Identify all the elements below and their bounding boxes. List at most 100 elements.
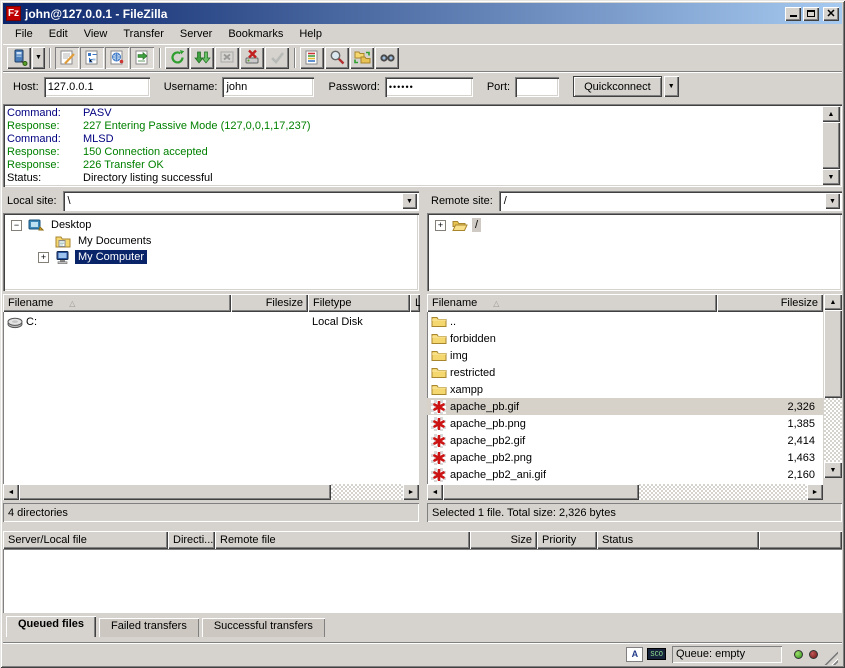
- queue-column-remote-file[interactable]: Remote file: [215, 531, 470, 549]
- tree-item-label[interactable]: My Computer: [75, 250, 147, 264]
- expand-plus-icon[interactable]: +: [38, 252, 49, 263]
- filter-button[interactable]: [300, 47, 324, 69]
- chevron-down-icon[interactable]: ▼: [402, 193, 417, 209]
- file-row[interactable]: ..: [427, 313, 823, 330]
- tree-item[interactable]: +/: [429, 217, 840, 233]
- tab-queued-files[interactable]: Queued files: [6, 616, 96, 637]
- resize-grip[interactable]: [824, 651, 838, 665]
- menu-item-file[interactable]: File: [7, 26, 41, 42]
- column-header-filesize[interactable]: Filesize: [717, 294, 823, 312]
- column-header-filename[interactable]: Filename△: [3, 294, 231, 312]
- tab-failed-transfers[interactable]: Failed transfers: [99, 618, 199, 637]
- toggle-queue-button[interactable]: [130, 47, 154, 69]
- minimize-button[interactable]: [785, 7, 801, 21]
- local-horizontal-scrollbar[interactable]: ◄ ►: [3, 484, 419, 500]
- column-header-label: Filesize: [781, 297, 818, 309]
- menu-item-transfer[interactable]: Transfer: [115, 26, 172, 42]
- tree-item-label[interactable]: /: [472, 218, 481, 232]
- file-row[interactable]: apache_pb.gif2,326: [427, 398, 823, 415]
- local-site-combo[interactable]: \ ▼: [63, 191, 419, 211]
- remote-vscroll-thumb[interactable]: [824, 310, 842, 398]
- port-input[interactable]: [515, 77, 559, 97]
- menu-item-bookmarks[interactable]: Bookmarks: [220, 26, 291, 42]
- tree-item[interactable]: − Desktop: [5, 217, 417, 233]
- file-row[interactable]: xampp: [427, 381, 823, 398]
- synchronized-browsing-button[interactable]: [350, 47, 374, 69]
- file-row[interactable]: apache_pb2.gif2,414: [427, 432, 823, 449]
- scroll-left-icon[interactable]: ◄: [3, 484, 19, 500]
- scroll-up-icon[interactable]: ▲: [822, 106, 840, 122]
- file-row[interactable]: img: [427, 347, 823, 364]
- queue-column-status[interactable]: Status: [597, 531, 759, 549]
- tree-item[interactable]: My Documents: [5, 233, 417, 249]
- tree-item-label[interactable]: Desktop: [48, 218, 94, 232]
- scroll-up-icon[interactable]: ▲: [824, 294, 842, 310]
- queue-column-size[interactable]: Size: [470, 531, 537, 549]
- menu-item-server[interactable]: Server: [172, 26, 220, 42]
- menu-item-view[interactable]: View: [76, 26, 116, 42]
- file-row[interactable]: restricted: [427, 364, 823, 381]
- host-input[interactable]: [44, 77, 150, 97]
- scroll-down-icon[interactable]: ▼: [822, 169, 840, 185]
- toggle-local-tree-button[interactable]: [80, 47, 104, 69]
- expand-plus-icon[interactable]: +: [435, 220, 446, 231]
- find-files-button[interactable]: [375, 47, 399, 69]
- quickconnect-dropdown-button[interactable]: ▼: [664, 76, 679, 97]
- file-row[interactable]: forbidden: [427, 330, 823, 347]
- file-row[interactable]: apache_pb.png1,385: [427, 415, 823, 432]
- queue-column-server-local-file[interactable]: Server/Local file: [3, 531, 168, 549]
- title-bar[interactable]: Fz john@127.0.0.1 - FileZilla ✕: [3, 3, 842, 24]
- close-icon: ✕: [826, 7, 835, 20]
- column-header-filename[interactable]: Filename△: [427, 294, 717, 312]
- local-list-header: Filename△FilesizeFiletypeL: [3, 294, 419, 312]
- queue-column-priority[interactable]: Priority: [537, 531, 597, 549]
- menu-item-help[interactable]: Help: [291, 26, 330, 42]
- column-header-filetype[interactable]: Filetype: [308, 294, 410, 312]
- tab-successful-transfers[interactable]: Successful transfers: [202, 618, 325, 637]
- indicator-badge-icon: SCO: [647, 648, 666, 660]
- scroll-right-icon[interactable]: ►: [403, 484, 419, 500]
- maximize-button[interactable]: [803, 7, 819, 21]
- refresh-button[interactable]: [165, 47, 189, 69]
- column-header-filesize[interactable]: Filesize: [231, 294, 308, 312]
- log-vertical-scrollbar[interactable]: ▲ ▼: [822, 106, 840, 185]
- password-input[interactable]: [385, 77, 473, 97]
- log-scroll-thumb[interactable]: [822, 122, 840, 169]
- remote-site-combo[interactable]: / ▼: [499, 191, 842, 211]
- site-manager-dropdown-button[interactable]: ▼: [32, 47, 45, 69]
- queue-column-directi-[interactable]: Directi...: [168, 531, 215, 549]
- queue-status-text: Queue: empty: [672, 646, 782, 663]
- username-input[interactable]: [222, 77, 314, 97]
- scroll-left-icon[interactable]: ◄: [427, 484, 443, 500]
- file-row[interactable]: C:Local Disk: [3, 313, 419, 330]
- process-queue-icon: [194, 49, 211, 66]
- reconnect-button[interactable]: [265, 47, 289, 69]
- log-line: Response:226 Transfer OK: [7, 159, 820, 172]
- local-scroll-thumb[interactable]: [19, 484, 331, 500]
- tree-item[interactable]: + My Computer: [5, 249, 417, 265]
- cancel-button[interactable]: [215, 47, 239, 69]
- toggle-log-button[interactable]: [55, 47, 79, 69]
- scroll-right-icon[interactable]: ►: [807, 484, 823, 500]
- file-name-cell: restricted: [427, 365, 717, 380]
- tree-item-label[interactable]: My Documents: [75, 234, 154, 248]
- quickconnect-button[interactable]: Quickconnect: [573, 76, 662, 97]
- remote-scroll-thumb[interactable]: [443, 484, 639, 500]
- process-queue-button[interactable]: [190, 47, 214, 69]
- remote-vertical-scrollbar[interactable]: ▲ ▼: [824, 294, 842, 478]
- close-button[interactable]: ✕: [823, 7, 839, 21]
- file-row[interactable]: apache_pb2.png1,463: [427, 449, 823, 466]
- site-manager-button[interactable]: [7, 47, 31, 69]
- directory-comparison-button[interactable]: [325, 47, 349, 69]
- menu-item-edit[interactable]: Edit: [41, 26, 76, 42]
- scroll-down-icon[interactable]: ▼: [824, 462, 842, 478]
- remote-horizontal-scrollbar[interactable]: ◄ ►: [427, 484, 823, 500]
- log-line-text: MLSD: [83, 133, 114, 146]
- documents-folder-icon: [55, 234, 71, 248]
- column-header-l[interactable]: L: [410, 294, 420, 312]
- file-row[interactable]: apache_pb2_ani.gif2,160: [427, 466, 823, 483]
- toggle-remote-tree-button[interactable]: [105, 47, 129, 69]
- collapse-minus-icon[interactable]: −: [11, 220, 22, 231]
- chevron-down-icon[interactable]: ▼: [825, 193, 840, 209]
- disconnect-button[interactable]: [240, 47, 264, 69]
